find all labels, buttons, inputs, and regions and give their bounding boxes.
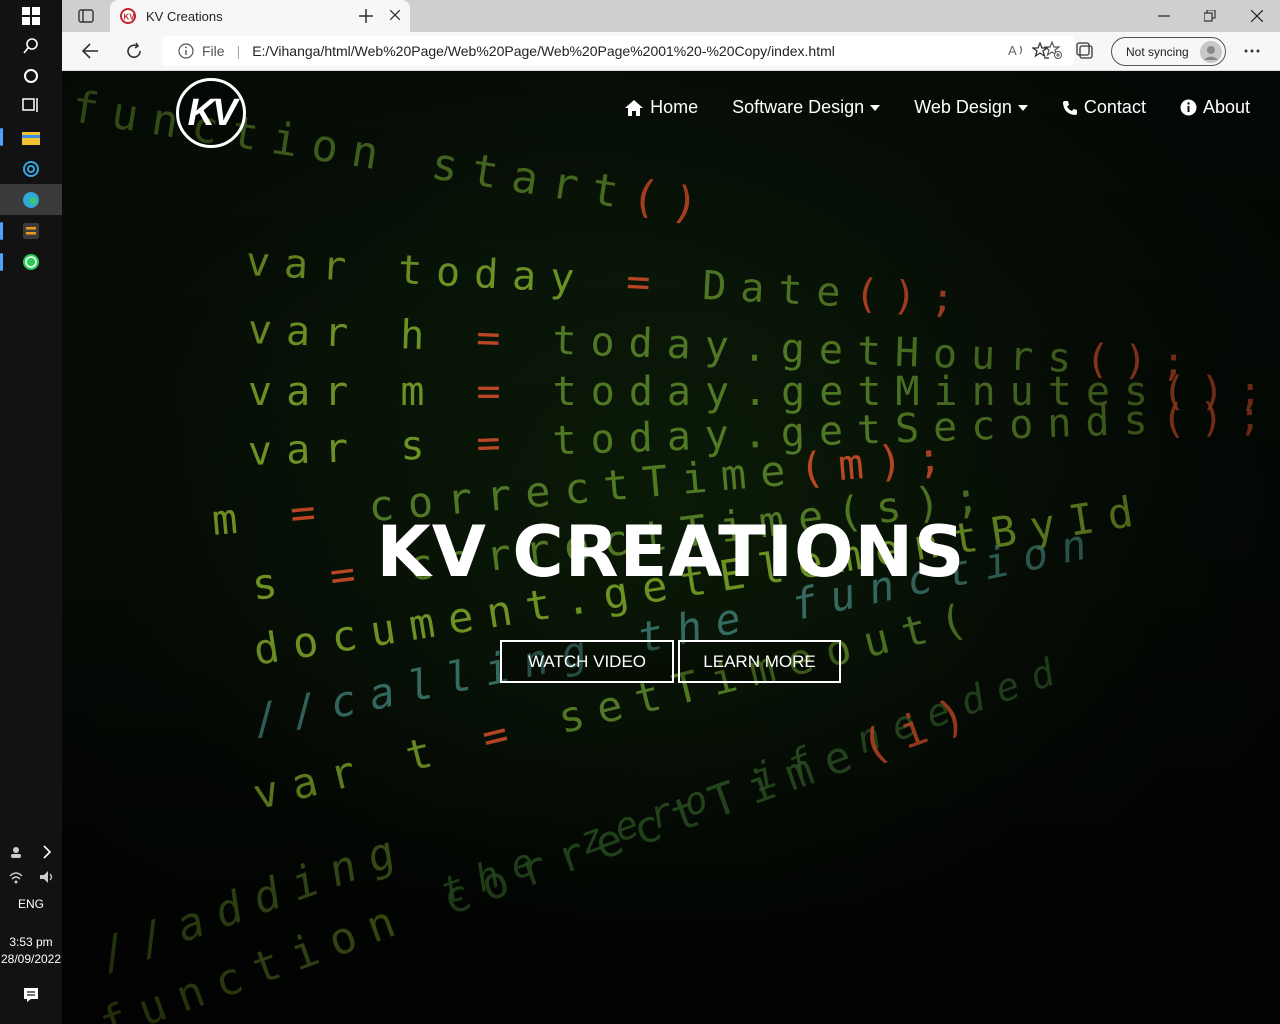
phone-icon [1062,100,1077,115]
new-tab-button[interactable] [352,2,380,30]
site-favicon-icon: KV [120,8,136,24]
caret-down-icon [1017,104,1028,111]
nav-software-design[interactable]: Software Design [732,97,881,118]
refresh-button[interactable] [120,37,148,65]
collections-button[interactable] [1071,37,1099,65]
nav-contact[interactable]: Contact [1062,97,1146,118]
sublime-icon [23,222,39,239]
wifi-tray[interactable] [0,861,31,892]
address-divider: | [236,43,241,59]
task-view-button[interactable] [0,89,62,120]
favorites-button[interactable] [1027,37,1055,65]
tab-close-button[interactable] [389,7,401,25]
notification-icon [24,987,38,1002]
nav-software-design-label: Software Design [732,97,865,117]
cortana-icon [24,68,38,83]
hero-title: KV CREATIONS [376,511,966,593]
settings-more-button[interactable] [1238,37,1266,65]
close-window-button[interactable] [1243,2,1271,30]
nav-about[interactable]: About [1180,97,1250,118]
back-button[interactable] [76,37,104,65]
tab-actions-icon [78,9,94,23]
wifi-icon [9,871,22,883]
edge-button[interactable] [0,184,62,215]
chevron-right-icon [42,844,51,859]
circle-app-icon [23,160,39,177]
address-url[interactable]: E:/Vihanga/html/Web%20Page/Web%20Page/We… [252,43,835,59]
whatsapp-button[interactable] [0,246,62,277]
clock-date[interactable]: 28/09/2022 [0,952,62,966]
home-icon [625,99,644,116]
action-center-button[interactable] [0,979,62,1010]
taskbar: ENG 3:53 pm 28/09/2022 [0,0,62,1024]
search-button[interactable] [0,30,62,61]
info-icon [1180,99,1197,116]
tab-bar: KV KV Creations [62,0,1280,32]
read-aloud-icon: A [1008,43,1023,58]
avatar-icon [1200,40,1222,63]
svg-text:A: A [1008,43,1017,58]
start-button[interactable] [0,0,62,31]
app-button-1[interactable] [0,153,62,184]
info-icon [178,43,194,59]
close-icon [389,9,401,21]
folder-icon [22,131,40,145]
logo-text: KV [187,91,238,134]
watch-video-button[interactable]: WATCH VIDEO [500,640,674,683]
plus-icon [359,9,373,23]
file-explorer-button[interactable] [0,122,62,153]
svg-text:KV: KV [124,13,136,22]
collections-icon [1076,42,1093,59]
nav-web-design[interactable]: Web Design [914,97,1028,118]
volume-tray[interactable] [31,861,62,892]
nav-contact-label: Contact [1083,97,1146,117]
sublime-button[interactable] [0,215,62,246]
caret-down-icon [870,104,881,111]
nav-home[interactable]: Home [624,97,698,118]
address-file-label: File [202,43,225,59]
favorites-icon [1032,42,1049,59]
search-icon [23,37,38,53]
speaker-icon [39,870,52,883]
main-nav: Home Software Design Web Design Contact … [624,97,1250,118]
user-tray-icon [10,846,21,858]
nav-web-design-label: Web Design [914,97,1012,117]
task-view-icon [22,97,38,112]
sync-status-label: Not syncing [1126,44,1189,59]
clock-time[interactable]: 3:53 pm [0,935,62,949]
restore-button[interactable] [1196,2,1224,30]
restore-icon [1204,10,1216,22]
minimize-icon [1158,15,1170,17]
edge-icon [23,191,39,208]
arrow-left-icon [81,43,98,59]
browser-toolbar: File | E:/Vihanga/html/Web%20Page/Web%20… [62,32,1280,71]
learn-more-button[interactable]: LEARN MORE [678,640,841,683]
read-aloud-button[interactable]: A [1008,42,1026,61]
tab-actions-button[interactable] [72,2,100,30]
profile-sync-button[interactable]: Not syncing [1111,37,1226,66]
address-bar[interactable]: File | E:/Vihanga/html/Web%20Page/Web%20… [162,36,1074,66]
more-dots-icon [1244,49,1260,53]
nav-about-label: About [1202,97,1250,117]
whatsapp-icon [23,253,39,270]
site-logo[interactable]: KV [176,78,246,148]
close-icon [1251,10,1263,22]
minimize-button[interactable] [1150,2,1178,30]
refresh-icon [127,42,141,58]
web-page: function start() var today = Date(); var… [62,71,1280,1024]
language-indicator[interactable]: ENG [0,897,62,911]
windows-icon [22,6,40,25]
cortana-button[interactable] [0,60,62,91]
tab-title: KV Creations [146,8,223,24]
nav-home-label: Home [650,97,699,117]
